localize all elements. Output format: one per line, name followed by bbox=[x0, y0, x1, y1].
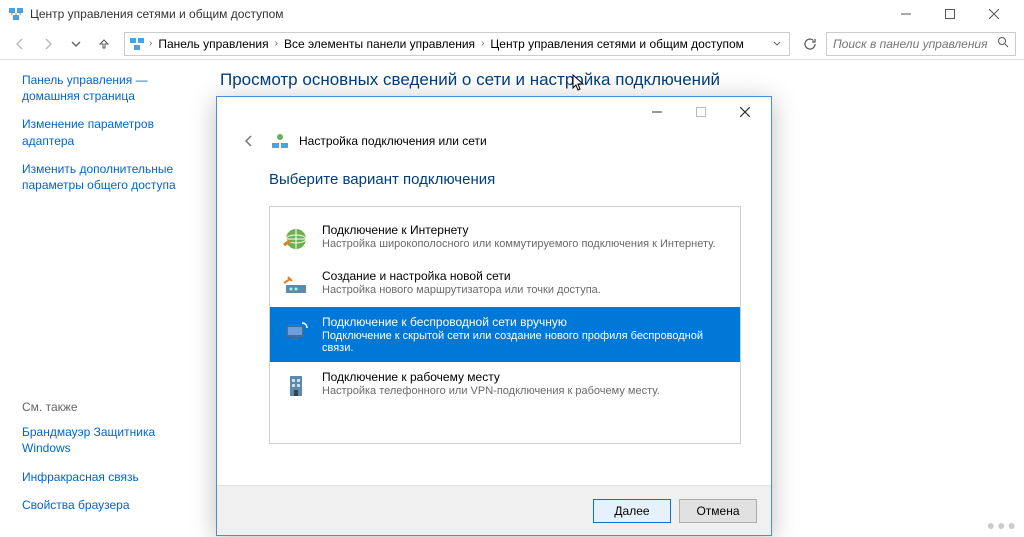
option-desc: Подключение к скрытой сети или создание … bbox=[322, 330, 728, 354]
address-breadcrumb[interactable]: › Панель управления › Все элементы панел… bbox=[124, 32, 790, 56]
option-title: Создание и настройка новой сети bbox=[322, 269, 601, 283]
option-desc: Настройка нового маршрутизатора или точк… bbox=[322, 284, 601, 296]
network-center-icon bbox=[8, 6, 24, 22]
dialog-titlebar bbox=[217, 97, 771, 127]
option-desc: Настройка телефонного или VPN-подключени… bbox=[322, 385, 660, 397]
window-title: Центр управления сетями и общим доступом bbox=[30, 7, 884, 21]
next-button[interactable]: Далее bbox=[593, 499, 671, 523]
nav-recent-button[interactable] bbox=[64, 32, 88, 56]
option-workplace[interactable]: Подключение к рабочему месту Настройка т… bbox=[270, 362, 740, 408]
building-icon bbox=[282, 372, 310, 400]
option-manual-wireless[interactable]: Подключение к беспроводной сети вручную … bbox=[270, 307, 740, 362]
cancel-button[interactable]: Отмена bbox=[679, 499, 757, 523]
sidebar-link-sharing-settings[interactable]: Изменить дополнительные параметры общего… bbox=[22, 161, 190, 193]
breadcrumb-item[interactable]: Все элементы панели управления bbox=[282, 37, 477, 51]
see-also-label: См. также bbox=[22, 400, 190, 414]
chevron-down-icon[interactable] bbox=[769, 37, 785, 51]
sidebar: Панель управления — домашняя страница Из… bbox=[0, 60, 200, 537]
sidebar-link-browser-properties[interactable]: Свойства браузера bbox=[22, 497, 190, 513]
option-desc: Настройка широкополосного или коммутируе… bbox=[322, 238, 716, 250]
sidebar-link-infrared[interactable]: Инфракрасная связь bbox=[22, 469, 190, 485]
nav-back-button[interactable] bbox=[8, 32, 32, 56]
search-box[interactable] bbox=[826, 32, 1016, 56]
window-titlebar: Центр управления сетями и общим доступом bbox=[0, 0, 1024, 28]
network-setup-icon bbox=[271, 132, 289, 150]
dialog-back-button[interactable] bbox=[237, 129, 261, 153]
dialog-close-button[interactable] bbox=[723, 97, 767, 127]
option-new-network[interactable]: Создание и настройка новой сети Настройк… bbox=[270, 261, 740, 307]
wireless-monitor-icon bbox=[282, 317, 310, 345]
dialog-title: Выберите вариант подключения bbox=[269, 171, 741, 188]
sidebar-link-home[interactable]: Панель управления — домашняя страница bbox=[22, 72, 190, 104]
chevron-right-icon: › bbox=[275, 38, 278, 49]
nav-forward-button[interactable] bbox=[36, 32, 60, 56]
page-heading: Просмотр основных сведений о сети и наст… bbox=[220, 70, 1004, 90]
dialog-header: Настройка подключения или сети bbox=[217, 127, 771, 163]
resize-grip-icon: ●●● bbox=[987, 517, 1018, 533]
option-internet[interactable]: Подключение к Интернету Настройка широко… bbox=[270, 215, 740, 261]
router-icon bbox=[282, 271, 310, 299]
option-title: Подключение к рабочему месту bbox=[322, 370, 660, 384]
nav-up-button[interactable] bbox=[92, 32, 116, 56]
navigation-bar: › Панель управления › Все элементы панел… bbox=[0, 28, 1024, 60]
search-input[interactable] bbox=[833, 37, 997, 51]
maximize-button[interactable] bbox=[928, 0, 972, 28]
breadcrumb-item[interactable]: Панель управления bbox=[156, 37, 270, 51]
setup-connection-dialog: Настройка подключения или сети Выберите … bbox=[216, 96, 772, 536]
network-center-icon bbox=[129, 36, 145, 52]
dialog-maximize-button[interactable] bbox=[679, 97, 723, 127]
breadcrumb-item[interactable]: Центр управления сетями и общим доступом bbox=[488, 37, 746, 51]
refresh-button[interactable] bbox=[798, 32, 822, 56]
dialog-header-text: Настройка подключения или сети bbox=[299, 134, 487, 148]
sidebar-link-adapter-settings[interactable]: Изменение параметров адаптера bbox=[22, 116, 190, 148]
dialog-footer: Далее Отмена bbox=[217, 485, 771, 535]
chevron-right-icon: › bbox=[149, 38, 152, 49]
globe-icon bbox=[282, 225, 310, 253]
close-button[interactable] bbox=[972, 0, 1016, 28]
dialog-minimize-button[interactable] bbox=[635, 97, 679, 127]
sidebar-link-firewall[interactable]: Брандмауэр Защитника Windows bbox=[22, 424, 190, 456]
search-icon bbox=[997, 36, 1009, 51]
option-title: Подключение к беспроводной сети вручную bbox=[322, 315, 728, 329]
connection-options-list: Подключение к Интернету Настройка широко… bbox=[269, 206, 741, 444]
minimize-button[interactable] bbox=[884, 0, 928, 28]
option-title: Подключение к Интернету bbox=[322, 223, 716, 237]
chevron-right-icon: › bbox=[481, 38, 484, 49]
